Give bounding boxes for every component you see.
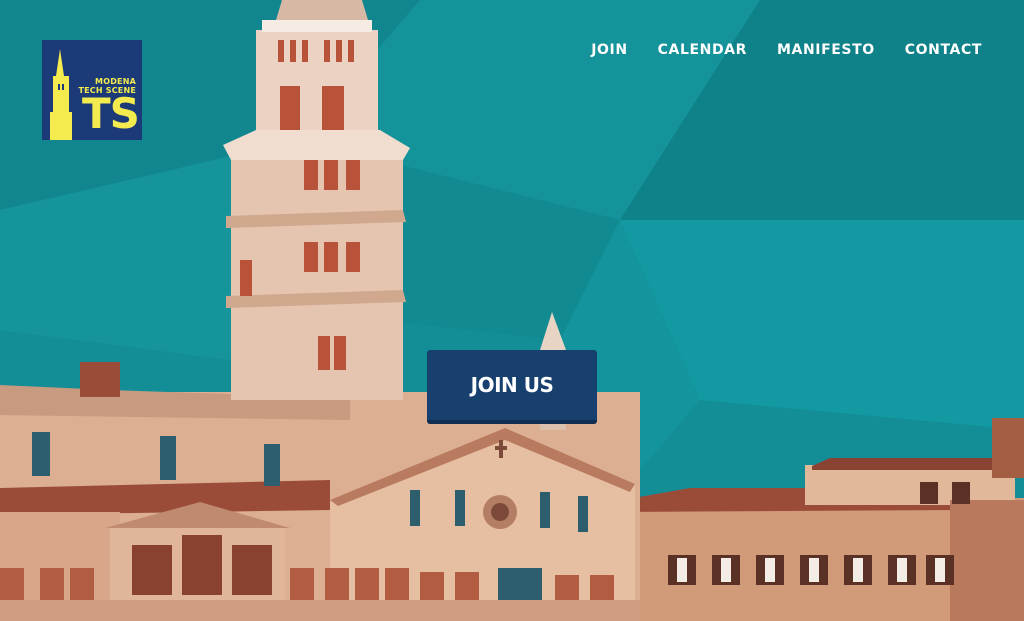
- main-nav: JOIN CALENDAR MANIFESTO CONTACT: [591, 40, 982, 60]
- nav-join[interactable]: JOIN: [591, 40, 627, 60]
- nav-manifesto[interactable]: MANIFESTO: [777, 40, 875, 60]
- hero-background-image: [0, 0, 1024, 621]
- brand-logo[interactable]: MODENA TECH SCENE TS: [42, 40, 142, 140]
- nav-calendar[interactable]: CALENDAR: [658, 40, 747, 60]
- brand-mark: TS: [82, 89, 140, 138]
- hero-section: MODENA TECH SCENE TS JOIN CALENDAR MANIF…: [0, 0, 1024, 621]
- join-us-button[interactable]: JOIN US: [427, 350, 597, 424]
- brand-line-1: MODENA: [95, 77, 136, 86]
- nav-contact[interactable]: CONTACT: [905, 40, 982, 60]
